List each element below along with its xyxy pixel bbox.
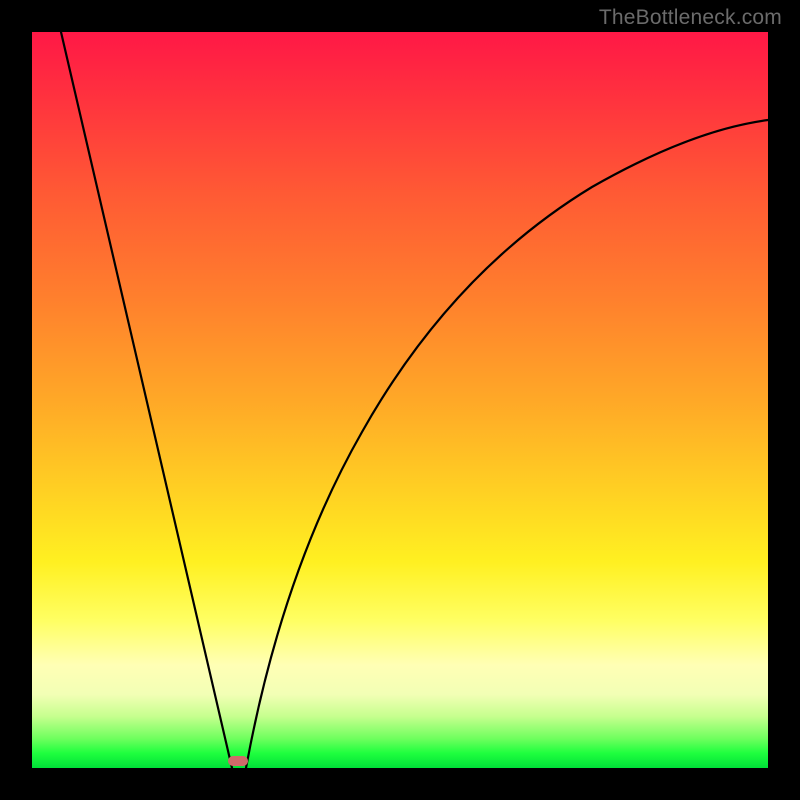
plot-area (32, 32, 768, 768)
bottleneck-curve (32, 32, 768, 768)
curve-left-branch (61, 32, 232, 768)
optimal-marker (228, 756, 248, 766)
curve-right-branch (246, 120, 768, 768)
watermark-text: TheBottleneck.com (599, 6, 782, 30)
chart-frame: TheBottleneck.com (0, 0, 800, 800)
